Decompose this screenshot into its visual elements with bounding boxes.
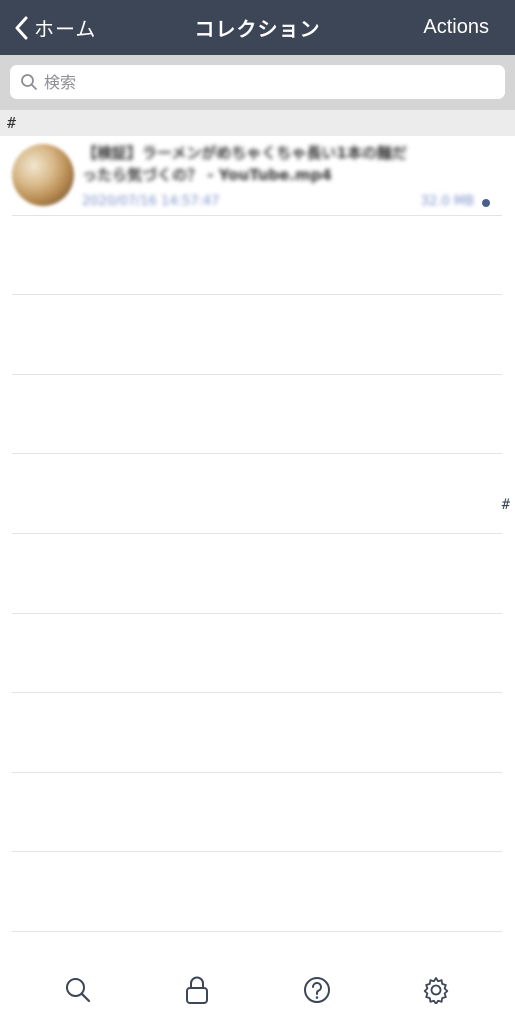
empty-row xyxy=(12,852,502,932)
tab-search[interactable] xyxy=(63,975,93,1005)
empty-row xyxy=(12,454,502,534)
actions-button[interactable]: Actions xyxy=(423,0,489,55)
file-list: 【検証】ラーメンがめちゃくちゃ長い1本の麺だったら気づくの？ - YouTube… xyxy=(0,136,515,932)
search-icon xyxy=(21,74,37,90)
empty-row xyxy=(12,375,502,455)
empty-row xyxy=(12,614,502,694)
video-thumbnail xyxy=(12,144,74,206)
section-index-hash[interactable]: # xyxy=(502,497,510,513)
empty-row xyxy=(12,534,502,614)
search-input[interactable] xyxy=(44,72,464,92)
help-icon xyxy=(304,977,330,1003)
tab-help[interactable] xyxy=(302,975,332,1005)
chevron-left-icon xyxy=(15,16,28,39)
item-size: 32.0 MB xyxy=(420,194,474,209)
search-field[interactable] xyxy=(10,65,505,99)
empty-row xyxy=(12,216,502,296)
tab-bar xyxy=(0,955,515,1024)
empty-row xyxy=(12,693,502,773)
gear-icon xyxy=(423,977,449,1004)
lock-icon xyxy=(186,976,208,1004)
search-icon xyxy=(66,978,91,1003)
section-header: # xyxy=(0,110,515,136)
empty-row xyxy=(12,773,502,853)
item-date: 2020/07/16 14:57:47 xyxy=(82,194,220,209)
empty-row xyxy=(12,295,502,375)
back-button-label: ホーム xyxy=(34,17,97,41)
navigation-bar: ホーム コレクション Actions xyxy=(0,0,515,55)
tab-lock[interactable] xyxy=(182,975,212,1005)
status-dot xyxy=(482,199,490,207)
search-bar xyxy=(0,55,515,110)
item-title: 【検証】ラーメンがめちゃくちゃ長い1本の麺だったら気づくの？ - YouTube… xyxy=(82,144,407,184)
back-button[interactable]: ホーム xyxy=(14,0,96,55)
list-item[interactable]: 【検証】ラーメンがめちゃくちゃ長い1本の麺だったら気づくの？ - YouTube… xyxy=(12,136,502,216)
tab-settings[interactable] xyxy=(421,975,451,1005)
